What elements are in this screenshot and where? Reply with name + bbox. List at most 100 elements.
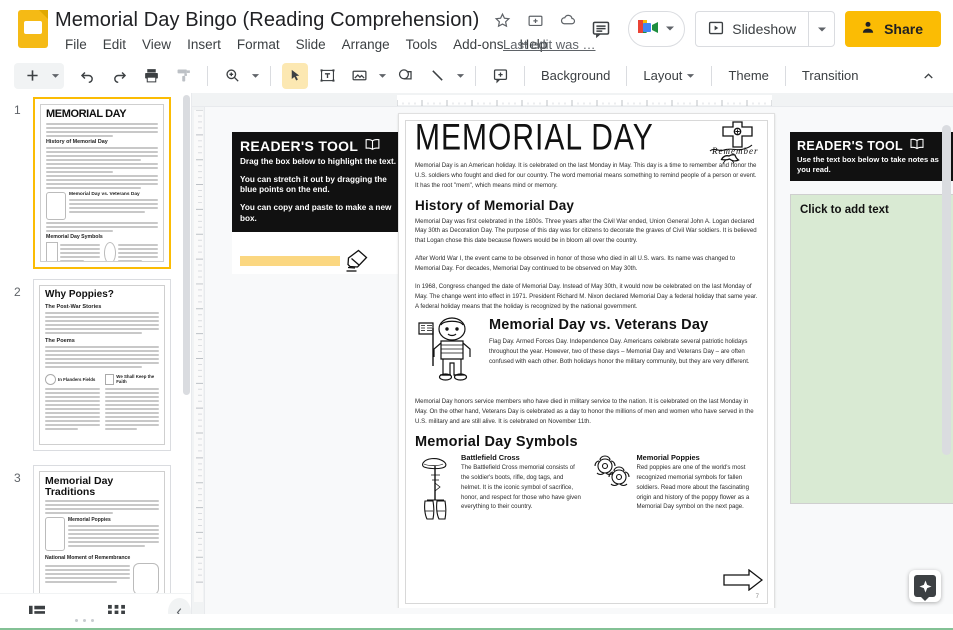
toolbar-divider (784, 65, 786, 86)
document-title[interactable]: Memorial Day Bingo (Reading Comprehensio… (55, 9, 479, 32)
new-slide-dropdown[interactable] (48, 63, 62, 89)
redo-button[interactable] (106, 63, 132, 89)
thumb-section (45, 563, 159, 593)
highlight-bar[interactable] (240, 256, 340, 267)
share-button[interactable]: Share (845, 11, 941, 47)
symbol-title-memorial-poppies: Memorial Poppies (636, 453, 700, 463)
thumb-heading-1: The Post-War Stories (45, 303, 102, 310)
filmstrip-slide-2[interactable]: 2 Why Poppies? The Post-War Stories The … (0, 279, 191, 459)
slide-thumbnail[interactable]: MEMORIAL DAY History of Memorial Day Mem… (33, 97, 171, 269)
menu-slide[interactable]: Slide (288, 34, 334, 55)
google-meet-button[interactable] (628, 11, 686, 47)
insert-image-dropdown[interactable] (375, 63, 389, 89)
menu-format[interactable]: Format (229, 34, 288, 55)
layout-button[interactable]: Layout (635, 64, 703, 87)
thumb-heading-1: Memorial Poppies (68, 517, 111, 524)
thumb-title: Why Poppies? (45, 289, 114, 300)
explore-sparkle-icon (914, 575, 936, 601)
menu-arrange[interactable]: Arrange (334, 34, 398, 55)
menu-file[interactable]: File (57, 34, 95, 55)
slide-filmstrip[interactable]: 1 MEMORIAL DAY History of Memorial Day M… (0, 93, 192, 593)
shape-button[interactable] (392, 63, 418, 89)
slideshow-button-group: Slideshow (695, 11, 836, 47)
play-icon (708, 20, 724, 39)
text-box-button[interactable] (314, 63, 340, 89)
thumb-cross-illustration (46, 241, 58, 261)
header-actions: Slideshow Share (584, 11, 941, 47)
slideshow-dropdown[interactable] (808, 12, 834, 46)
veterans-paragraph-2: Memorial Day honors service members who … (415, 398, 754, 426)
filmstrip-scrollbar[interactable] (183, 95, 190, 565)
insert-image-button[interactable] (346, 63, 372, 89)
thumb-paragraph (45, 311, 159, 334)
star-icon[interactable] (492, 10, 512, 30)
slideshow-button[interactable]: Slideshow (696, 12, 808, 46)
toolbar-divider (270, 65, 271, 86)
last-edit-label[interactable]: Last edit was … (503, 37, 596, 52)
undo-button[interactable] (74, 63, 100, 89)
menu-edit[interactable]: Edit (95, 34, 134, 55)
history-paragraph-1: Memorial Day was first celebrated in the… (415, 217, 757, 245)
thumb-heading-4: We Shall Keep the Faith (116, 374, 155, 384)
slide-page[interactable]: MEMORIAL DAY Remember Memorial Day is an… (398, 113, 775, 608)
filmstrip-slide-3[interactable]: 3 Memorial Day Traditions Memorial Poppi… (0, 465, 191, 593)
print-button[interactable] (138, 63, 164, 89)
collapse-toolbar-chevron-up-icon[interactable] (915, 63, 941, 89)
thumb-heading-3: In Flanders Fields (58, 376, 96, 382)
title-row: Memorial Day Bingo (Reading Comprehensio… (55, 5, 578, 35)
notes-placeholder: Click to add text (800, 204, 889, 217)
add-comment-icon[interactable] (487, 63, 513, 89)
thumb-symbols (46, 241, 158, 261)
readers-tool-left-heading: READER'S TOOL (240, 138, 359, 154)
readers-tool-highlight-widget[interactable]: READER'S TOOL Drag the box below to high… (232, 132, 404, 275)
thumb-paragraph (46, 122, 158, 137)
menu-insert[interactable]: Insert (179, 34, 229, 55)
zoom-dropdown[interactable] (248, 63, 262, 89)
explore-button[interactable] (909, 570, 941, 602)
vertical-ruler[interactable] (192, 107, 205, 622)
slide-canvas[interactable]: READER'S TOOL Drag the box below to high… (205, 107, 953, 608)
notes-text-box[interactable]: Click to add text (790, 194, 953, 505)
readers-tool-right-heading: READER'S TOOL (797, 138, 903, 153)
cloud-saved-icon[interactable] (558, 10, 578, 30)
slide-main-title: MEMORIAL DAY (415, 120, 654, 159)
thumb-thinking-illustration (133, 563, 159, 593)
page-content: MEMORIAL DAY Remember Memorial Day is an… (405, 120, 768, 604)
readers-tool-notes-widget[interactable]: READER'S TOOL Use the text box below to … (790, 132, 953, 505)
toolbar-divider (711, 65, 713, 86)
transition-button[interactable]: Transition (794, 64, 867, 87)
move-to-folder-icon[interactable] (525, 10, 545, 30)
thumb-heading-2: The Poems (45, 337, 75, 344)
menu-view[interactable]: View (134, 34, 179, 55)
thumb-section: Memorial Day vs. Veterans Day (46, 191, 158, 220)
ruler-tick-zone (396, 95, 773, 106)
layout-label: Layout (643, 68, 683, 83)
symbol-title-battlefield-cross: Battlefield Cross (461, 453, 520, 463)
menu-tools[interactable]: Tools (398, 34, 446, 55)
filmstrip-slide-1[interactable]: 1 MEMORIAL DAY History of Memorial Day M… (0, 97, 191, 277)
share-label: Share (884, 21, 923, 37)
filmstrip-scrollbar-thumb[interactable] (183, 95, 190, 395)
horizontal-ruler[interactable] (192, 93, 953, 107)
line-button[interactable] (424, 63, 450, 89)
thumbnail-content: Memorial Day Traditions Memorial Poppies… (39, 471, 165, 593)
thumb-paragraph (45, 345, 159, 368)
readers-tool-line-2: You can stretch it out by dragging the b… (240, 174, 387, 195)
canvas-vertical-scrollbar[interactable] (942, 125, 951, 584)
background-button[interactable]: Background (533, 64, 618, 87)
menu-addons[interactable]: Add-ons (445, 34, 511, 55)
slide-thumbnail[interactable]: Memorial Day Traditions Memorial Poppies… (33, 465, 171, 593)
line-dropdown[interactable] (453, 63, 467, 89)
select-tool-button[interactable] (282, 62, 308, 89)
google-slides-window: Memorial Day Bingo (Reading Comprehensio… (0, 0, 953, 630)
slide-thumbnail[interactable]: Why Poppies? The Post-War Stories The Po… (33, 279, 171, 451)
paint-format-button[interactable] (170, 63, 196, 89)
slideshow-label: Slideshow (732, 21, 797, 37)
theme-button[interactable]: Theme (720, 64, 776, 87)
comment-history-icon[interactable] (584, 12, 618, 46)
new-slide-button[interactable] (19, 63, 45, 89)
zoom-in-icon[interactable] (219, 63, 245, 89)
readers-tool-left-body: Drag the box below to highlight the text… (240, 157, 396, 224)
canvas-vertical-scrollbar-thumb[interactable] (942, 125, 951, 455)
readers-tool-line-3: You can copy and paste to make a new box… (240, 202, 392, 223)
